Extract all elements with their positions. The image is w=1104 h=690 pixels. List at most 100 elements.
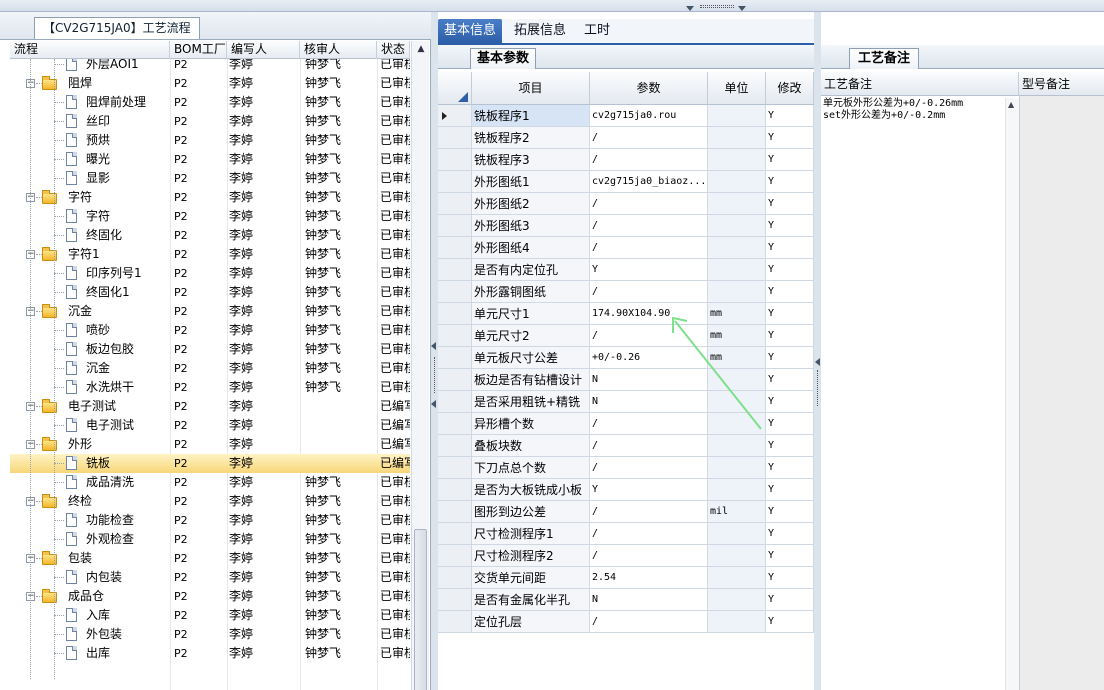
row-indicator[interactable] xyxy=(438,479,472,501)
param-item[interactable]: 交货单元间距 xyxy=(472,567,590,589)
param-item[interactable]: 外形露铜图纸 xyxy=(472,281,590,303)
row-indicator[interactable] xyxy=(438,523,472,545)
row-indicator[interactable] xyxy=(438,237,472,259)
param-modify[interactable]: Y xyxy=(766,259,814,281)
param-value[interactable]: / xyxy=(590,501,708,523)
param-unit[interactable] xyxy=(708,281,766,303)
row-indicator[interactable] xyxy=(438,413,472,435)
row-indicator[interactable] xyxy=(438,391,472,413)
row-indicator[interactable] xyxy=(438,589,472,611)
tree-row[interactable]: 功能检查 P2 李婷 钟梦飞 已审核 xyxy=(10,511,410,530)
collapse-down-icon[interactable] xyxy=(686,6,694,11)
param-value[interactable]: / xyxy=(590,193,708,215)
param-unit[interactable]: mil xyxy=(708,501,766,523)
param-value[interactable]: N xyxy=(590,589,708,611)
param-item[interactable]: 外形图纸2 xyxy=(472,193,590,215)
splitter-grip[interactable] xyxy=(700,5,734,8)
tree-row[interactable]: 水洗烘干 P2 李婷 钟梦飞 已审核 xyxy=(10,378,410,397)
param-modify[interactable]: Y xyxy=(766,523,814,545)
tree-row[interactable]: 终固化 P2 李婷 钟梦飞 已审核 xyxy=(10,226,410,245)
col-unit[interactable]: 单位 xyxy=(708,72,766,105)
param-row[interactable]: 尺寸检测程序1/ Y xyxy=(438,523,814,545)
tree-row[interactable]: 成品清洗 P2 李婷 钟梦飞 已审核 xyxy=(10,473,410,492)
splitter-grip-2[interactable] xyxy=(817,370,820,406)
param-row[interactable]: 外形图纸4/ Y xyxy=(438,237,814,259)
param-modify[interactable]: Y xyxy=(766,215,814,237)
param-item[interactable]: 单元板尺寸公差 xyxy=(472,347,590,369)
param-item[interactable]: 外形图纸4 xyxy=(472,237,590,259)
param-row[interactable]: 图形到边公差 / mil Y xyxy=(438,501,814,523)
param-item[interactable]: 是否为大板铣成小板 xyxy=(472,479,590,501)
param-item[interactable]: 叠板块数 xyxy=(472,435,590,457)
param-item[interactable]: 定位孔层 xyxy=(472,611,590,633)
param-value[interactable]: / xyxy=(590,281,708,303)
tree-row[interactable]: −成品仓P2李婷钟梦飞已审核 xyxy=(10,587,410,606)
tree-row[interactable]: 电子测试 P2 李婷 已编写 xyxy=(10,416,410,435)
param-modify[interactable]: Y xyxy=(766,567,814,589)
tree-row[interactable]: −阻焊P2李婷钟梦飞已审核 xyxy=(10,74,410,93)
tree-row[interactable]: −沉金P2李婷钟梦飞已审核 xyxy=(10,302,410,321)
param-modify[interactable]: Y xyxy=(766,149,814,171)
param-item[interactable]: 铣板程序1 xyxy=(472,105,590,127)
param-row[interactable]: 定位孔层 / Y xyxy=(438,611,814,633)
row-indicator[interactable] xyxy=(438,281,472,303)
tree-row[interactable]: 喷砂 P2 李婷 钟梦飞 已审核 xyxy=(10,321,410,340)
param-unit[interactable] xyxy=(708,567,766,589)
param-unit[interactable] xyxy=(708,193,766,215)
param-row[interactable]: 下刀点总个数 / Y xyxy=(438,457,814,479)
param-unit[interactable] xyxy=(708,215,766,237)
row-indicator[interactable] xyxy=(438,149,472,171)
param-unit[interactable] xyxy=(708,259,766,281)
row-indicator[interactable] xyxy=(438,347,472,369)
note-scrollbar[interactable]: ▲ xyxy=(1005,98,1019,690)
row-indicator[interactable] xyxy=(438,369,472,391)
row-indicator[interactable] xyxy=(438,457,472,479)
col-item[interactable]: 项目 xyxy=(472,72,590,105)
row-indicator[interactable] xyxy=(438,193,472,215)
param-unit[interactable] xyxy=(708,435,766,457)
param-row[interactable]: 外形图纸2/ Y xyxy=(438,193,814,215)
param-unit[interactable] xyxy=(708,237,766,259)
param-modify[interactable]: Y xyxy=(766,589,814,611)
param-modify[interactable]: Y xyxy=(766,457,814,479)
splitter-grip[interactable] xyxy=(434,357,437,393)
tree-row[interactable]: 外观检查 P2 李婷 钟梦飞 已审核 xyxy=(10,530,410,549)
row-indicator[interactable] xyxy=(438,171,472,193)
col-flow[interactable]: 流程 xyxy=(10,41,170,59)
param-row[interactable]: 是否有内定位孔 Y Y xyxy=(438,259,814,281)
param-value[interactable]: cv2g715ja0_biaoz... xyxy=(590,171,708,193)
param-modify[interactable]: Y xyxy=(766,281,814,303)
col-model-note[interactable]: 型号备注 xyxy=(1019,72,1104,96)
param-value[interactable]: / xyxy=(590,237,708,259)
param-unit[interactable] xyxy=(708,171,766,193)
row-indicator[interactable] xyxy=(438,259,472,281)
param-row[interactable]: 交货单元间距 2.54 Y xyxy=(438,567,814,589)
param-item[interactable]: 铣板程序2 xyxy=(472,127,590,149)
tree-row[interactable]: −终检P2李婷钟梦飞已审核 xyxy=(10,492,410,511)
param-item[interactable]: 下刀点总个数 xyxy=(472,457,590,479)
tree-row[interactable]: 曝光 P2 李婷 钟梦飞 已审核 xyxy=(10,150,410,169)
param-unit[interactable] xyxy=(708,545,766,567)
param-unit[interactable] xyxy=(708,127,766,149)
collapse-left-icon[interactable] xyxy=(431,342,436,350)
scroll-up-icon[interactable]: ▲ xyxy=(415,43,427,55)
col-writer[interactable]: 编写人 xyxy=(227,41,300,59)
param-row[interactable]: 铣板程序1 cv2g715ja0.rou Y xyxy=(438,105,814,127)
param-item[interactable]: 板边是否有钻槽设计 xyxy=(472,369,590,391)
tree-row[interactable]: 外层AOI1 P2 李婷 钟梦飞 已审核 xyxy=(10,59,410,74)
col-process-note[interactable]: 工艺备注 xyxy=(821,72,1019,96)
scroll-up-icon[interactable]: ▲ xyxy=(1008,100,1014,109)
param-item[interactable]: 单元尺寸1 xyxy=(472,303,590,325)
tree-row[interactable]: 入库 P2 李婷 钟梦飞 已审核 xyxy=(10,606,410,625)
param-item[interactable]: 图形到边公差 xyxy=(472,501,590,523)
param-unit[interactable] xyxy=(708,611,766,633)
row-indicator[interactable] xyxy=(438,325,472,347)
tree-row[interactable]: 预烘 P2 李婷 钟梦飞 已审核 xyxy=(10,131,410,150)
param-value[interactable]: cv2g715ja0.rou xyxy=(590,105,708,127)
tree-row[interactable]: 板边包胶 P2 李婷 钟梦飞 已审核 xyxy=(10,340,410,359)
right-splitter[interactable] xyxy=(814,12,821,690)
tree-row[interactable]: 终固化1 P2 李婷 钟梦飞 已审核 xyxy=(10,283,410,302)
tree-row[interactable]: 外包装 P2 李婷 钟梦飞 已审核 xyxy=(10,625,410,644)
param-row[interactable]: 是否有金属化半孔 N Y xyxy=(438,589,814,611)
collapse-left-icon-3[interactable] xyxy=(815,358,820,366)
